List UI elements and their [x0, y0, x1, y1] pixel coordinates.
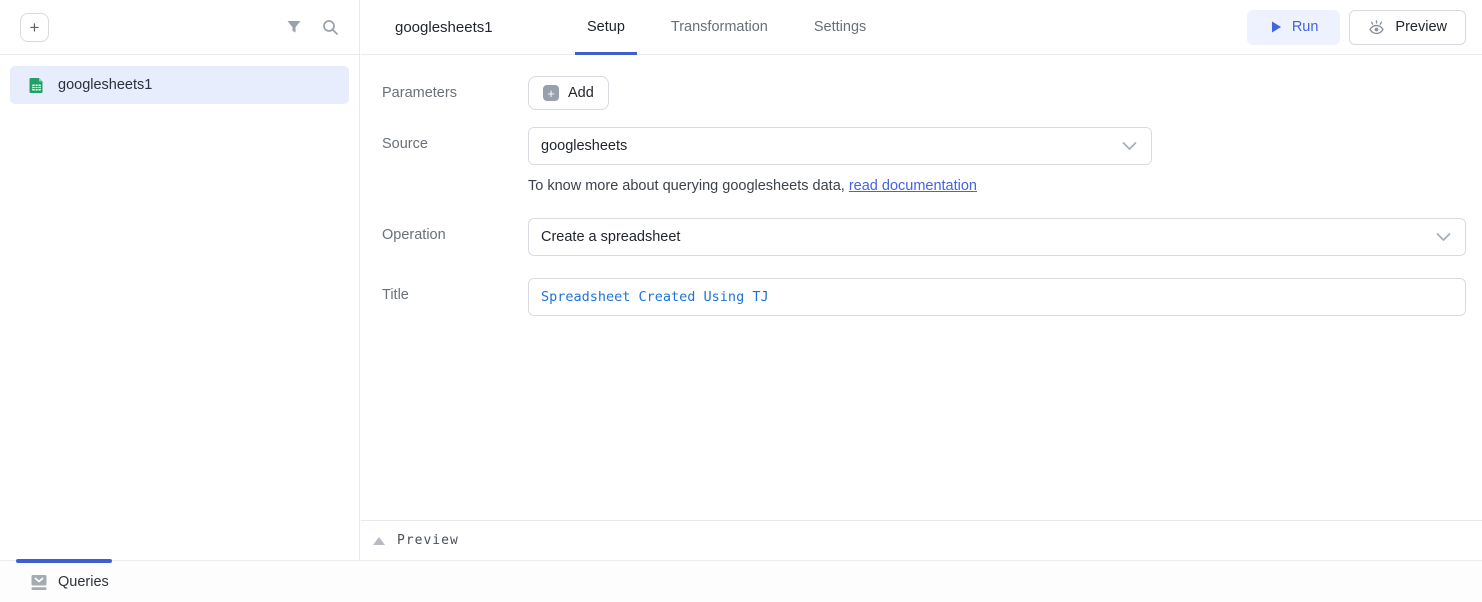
title-row: Title Spreadsheet Created Using TJ — [382, 278, 1466, 316]
title-input[interactable]: Spreadsheet Created Using TJ — [528, 278, 1466, 316]
query-list-sidebar: + — [0, 0, 360, 560]
chevron-down-icon — [1122, 142, 1137, 151]
query-main-panel: googlesheets1 Setup Transformation Setti… — [361, 0, 1482, 560]
eye-icon — [1368, 20, 1385, 35]
run-button[interactable]: Run — [1247, 10, 1341, 45]
chevron-down-icon — [1436, 233, 1451, 242]
preview-button[interactable]: Preview — [1349, 10, 1466, 45]
tab-settings[interactable]: Settings — [802, 0, 878, 55]
queries-dock-label: Queries — [58, 574, 109, 590]
query-setup-form: Parameters + Add Source googlesheets — [361, 55, 1482, 316]
operation-row: Operation Create a spreadsheet — [382, 218, 1466, 256]
sidebar-header-icons — [286, 19, 339, 36]
operation-select-value: Create a spreadsheet — [541, 229, 680, 245]
play-icon — [1269, 20, 1283, 34]
queries-icon — [30, 574, 48, 591]
query-list: googlesheets1 — [0, 55, 359, 115]
add-parameter-button[interactable]: + Add — [528, 76, 609, 110]
topbar-actions: Run Preview — [1247, 10, 1466, 45]
query-item-label: googlesheets1 — [58, 77, 152, 93]
read-documentation-link[interactable]: read documentation — [849, 178, 977, 194]
query-topbar: googlesheets1 Setup Transformation Setti… — [361, 0, 1482, 55]
run-button-label: Run — [1292, 19, 1319, 35]
bottom-dock-bar: Queries — [0, 560, 1482, 602]
query-list-item-googlesheets1[interactable]: googlesheets1 — [10, 66, 349, 104]
operation-label: Operation — [382, 218, 528, 243]
googlesheets-icon — [28, 77, 45, 94]
source-help-prefix: To know more about querying googlesheets… — [528, 178, 849, 194]
plus-icon: + — [543, 85, 559, 101]
tab-setup[interactable]: Setup — [575, 0, 637, 55]
preview-panel-label: Preview — [397, 533, 459, 548]
source-select-value: googlesheets — [541, 138, 627, 154]
title-input-value: Spreadsheet Created Using TJ — [541, 289, 769, 305]
title-label: Title — [382, 278, 528, 303]
tab-transformation[interactable]: Transformation — [659, 0, 780, 55]
source-help-text: To know more about querying googlesheets… — [528, 178, 1466, 194]
search-icon[interactable] — [322, 19, 339, 36]
query-title: googlesheets1 — [395, 19, 575, 36]
filter-icon[interactable] — [286, 19, 302, 35]
add-parameter-label: Add — [568, 85, 594, 101]
query-editor-app: + — [0, 0, 1482, 602]
add-query-button[interactable]: + — [20, 13, 49, 42]
parameters-label: Parameters — [382, 76, 528, 101]
operation-select[interactable]: Create a spreadsheet — [528, 218, 1466, 256]
queries-dock-tab[interactable]: Queries — [30, 561, 109, 602]
caret-up-icon — [373, 537, 385, 545]
source-row: Source googlesheets To know more about q… — [382, 127, 1466, 194]
source-select[interactable]: googlesheets — [528, 127, 1152, 165]
source-label: Source — [382, 127, 528, 152]
query-tabs: Setup Transformation Settings — [575, 0, 900, 55]
parameters-row: Parameters + Add — [382, 76, 1466, 110]
preview-button-label: Preview — [1395, 19, 1447, 35]
preview-panel-toggle[interactable]: Preview — [361, 520, 1482, 560]
sidebar-header: + — [0, 0, 359, 55]
